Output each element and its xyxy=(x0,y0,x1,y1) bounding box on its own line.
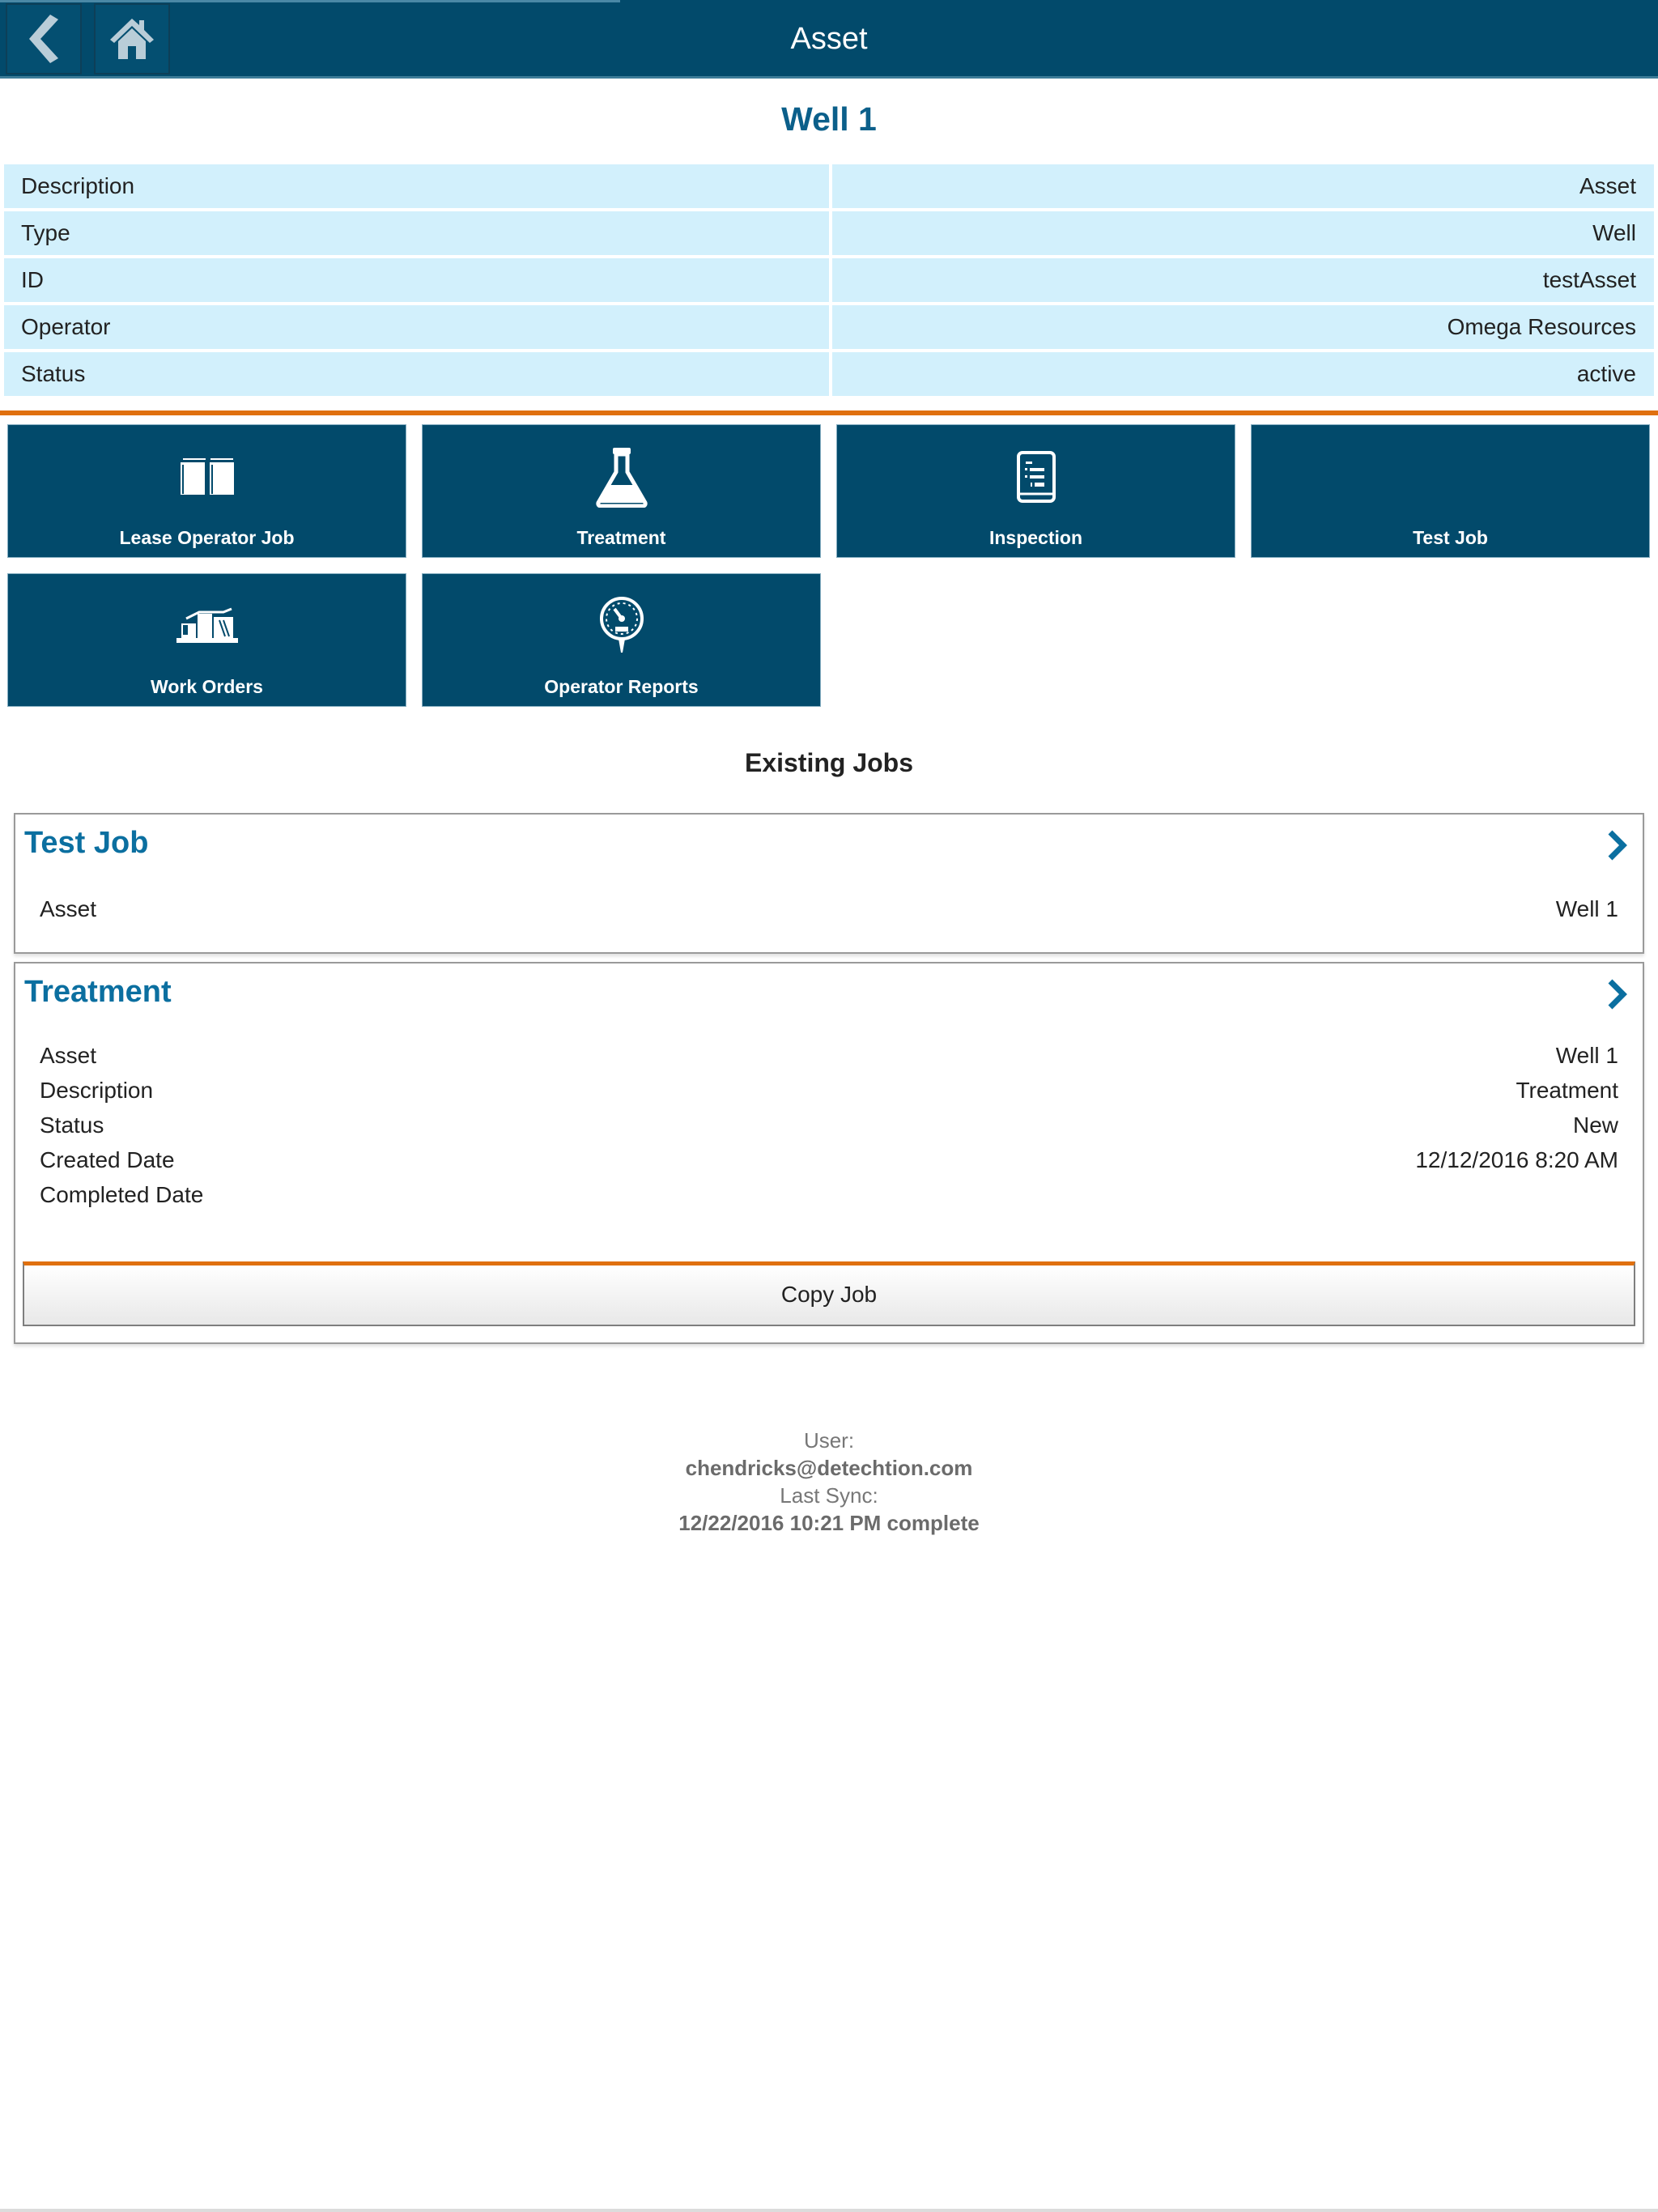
flask-icon xyxy=(595,448,648,508)
job-field-label: Status xyxy=(40,1112,104,1138)
info-value: Asset xyxy=(832,164,1654,208)
app-header: Asset xyxy=(0,0,1658,79)
job-field-value: Well 1 xyxy=(1555,896,1618,921)
tile-operator-reports[interactable]: Operator Reports xyxy=(422,573,821,707)
job-field-label: Asset xyxy=(40,1043,97,1068)
job-field-row: Asset Well 1 xyxy=(40,891,1618,926)
tile-treatment[interactable]: Treatment xyxy=(422,424,821,558)
job-field-row: Description Treatment xyxy=(40,1073,1618,1108)
job-field-row: Status New xyxy=(40,1108,1618,1142)
job-field-label: Description xyxy=(40,1078,154,1103)
last-sync-label: Last Sync: xyxy=(780,1483,878,1508)
tile-inspection[interactable]: Inspection xyxy=(836,424,1235,558)
checklist-tablet-icon xyxy=(1016,451,1056,503)
info-value: Well xyxy=(832,211,1654,255)
info-label: Status xyxy=(4,352,829,396)
tile-lease-operator-job[interactable]: Lease Operator Job xyxy=(7,424,406,558)
info-row-description: Description Asset xyxy=(4,164,1654,208)
job-fields: Asset Well 1 xyxy=(40,891,1618,926)
tile-label: Lease Operator Job xyxy=(119,527,295,548)
info-label: ID xyxy=(4,258,829,302)
job-field-label: Created Date xyxy=(40,1147,175,1172)
job-card-test-job[interactable]: Test Job Asset Well 1 xyxy=(14,813,1644,954)
tile-label: Test Job xyxy=(1413,527,1488,548)
tile-work-orders[interactable]: Work Orders xyxy=(7,573,406,707)
copy-job-button[interactable]: Copy Job xyxy=(23,1261,1635,1326)
header-title: Asset xyxy=(790,22,868,56)
pressure-gauge-icon xyxy=(599,597,644,653)
chevron-right-icon[interactable] xyxy=(1605,829,1628,861)
job-title[interactable]: Treatment xyxy=(24,975,172,1010)
tile-label: Inspection xyxy=(988,527,1082,548)
info-row-id: ID testAsset xyxy=(4,258,1654,302)
asset-info-table: Description Asset Type Well ID testAsset… xyxy=(4,164,1654,399)
job-fields: Asset Well 1 Description Treatment Statu… xyxy=(40,1038,1618,1212)
user-email: chendricks@detechtion.com xyxy=(685,1456,973,1480)
job-field-value: 12/12/2016 8:20 AM xyxy=(1415,1147,1618,1172)
tile-test-job[interactable]: Test Job xyxy=(1251,424,1650,558)
tile-label: Work Orders xyxy=(151,676,263,697)
pump-jack-icon xyxy=(176,607,238,643)
info-value: active xyxy=(832,352,1654,396)
info-row-operator: Operator Omega Resources xyxy=(4,305,1654,349)
job-field-value: New xyxy=(1572,1112,1618,1138)
info-value: Omega Resources xyxy=(832,305,1654,349)
job-field-value: Treatment xyxy=(1516,1078,1618,1103)
job-title[interactable]: Test Job xyxy=(24,826,148,861)
job-field-row: Completed Date xyxy=(40,1177,1618,1212)
orange-divider xyxy=(0,410,1658,415)
asset-title: Well 1 xyxy=(781,100,877,138)
job-field-row: Created Date 12/12/2016 8:20 AM xyxy=(40,1142,1618,1177)
existing-jobs-heading: Existing Jobs xyxy=(744,748,914,777)
tile-label: Operator Reports xyxy=(544,676,699,697)
books-icon xyxy=(178,458,236,496)
job-field-row: Asset Well 1 xyxy=(40,1038,1618,1073)
info-label: Operator xyxy=(4,305,829,349)
last-sync-value: 12/22/2016 10:21 PM complete xyxy=(678,1511,980,1535)
chevron-right-icon[interactable] xyxy=(1605,978,1628,1010)
job-field-label: Asset xyxy=(40,896,97,921)
job-field-label: Completed Date xyxy=(40,1182,204,1207)
sync-footer: User: chendricks@detechtion.com Last Syn… xyxy=(0,1427,1658,1537)
info-label: Type xyxy=(4,211,829,255)
bottom-edge xyxy=(0,2209,1658,2212)
job-field-value: Well 1 xyxy=(1555,1043,1618,1068)
tile-label: Treatment xyxy=(576,527,666,548)
info-row-type: Type Well xyxy=(4,211,1654,255)
info-label: Description xyxy=(4,164,829,208)
info-value: testAsset xyxy=(832,258,1654,302)
info-row-status: Status active xyxy=(4,352,1654,396)
user-label: User: xyxy=(803,1428,855,1453)
job-card-treatment[interactable]: Treatment Asset Well 1 Description Treat… xyxy=(14,962,1644,1344)
